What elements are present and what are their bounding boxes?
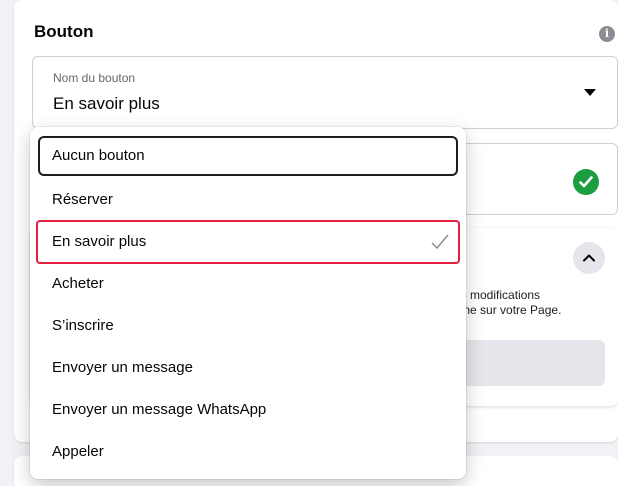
option-label: Envoyer un message xyxy=(52,359,193,376)
option-label: En savoir plus xyxy=(52,233,147,250)
option-envoyer-message[interactable]: Envoyer un message xyxy=(38,348,458,388)
option-label: Envoyer un message WhatsApp xyxy=(52,401,267,418)
caret-down-icon[interactable] xyxy=(584,89,596,96)
section-title: Bouton xyxy=(34,22,94,41)
option-label: Réserver xyxy=(52,191,113,208)
option-en-savoir-plus[interactable]: En savoir plus xyxy=(36,220,460,264)
field-label: Nom du bouton xyxy=(53,71,136,85)
checkmark-icon xyxy=(431,234,449,250)
option-envoyer-whatsapp[interactable]: Envoyer un message WhatsApp xyxy=(38,390,458,430)
option-appeler[interactable]: Appeler xyxy=(38,432,458,472)
option-reserver[interactable]: Réserver xyxy=(38,180,458,220)
option-label: Aucun bouton xyxy=(52,147,145,164)
option-label: S’inscrire xyxy=(52,317,114,334)
description-line: gine sur votre Page. xyxy=(454,303,562,317)
field-value: En savoir plus xyxy=(53,94,160,113)
card-description: es modifications gine sur votre Page. xyxy=(454,288,561,318)
option-label: Acheter xyxy=(52,275,104,292)
option-acheter[interactable]: Acheter xyxy=(38,264,458,304)
option-label: Appeler xyxy=(52,443,104,460)
option-sinscrire[interactable]: S’inscrire xyxy=(38,306,458,346)
description-line: es modifications xyxy=(454,288,541,302)
chevron-up-icon[interactable] xyxy=(573,242,605,274)
button-name-select[interactable]: Nom du bouton En savoir plus xyxy=(32,56,618,129)
info-icon[interactable]: i xyxy=(599,26,615,42)
check-circle-icon xyxy=(573,169,599,195)
card-action-button[interactable] xyxy=(446,340,605,386)
dropdown-menu: Aucun bouton Réserver En savoir plus Ach… xyxy=(30,127,466,479)
option-aucun-bouton[interactable]: Aucun bouton xyxy=(38,136,458,176)
